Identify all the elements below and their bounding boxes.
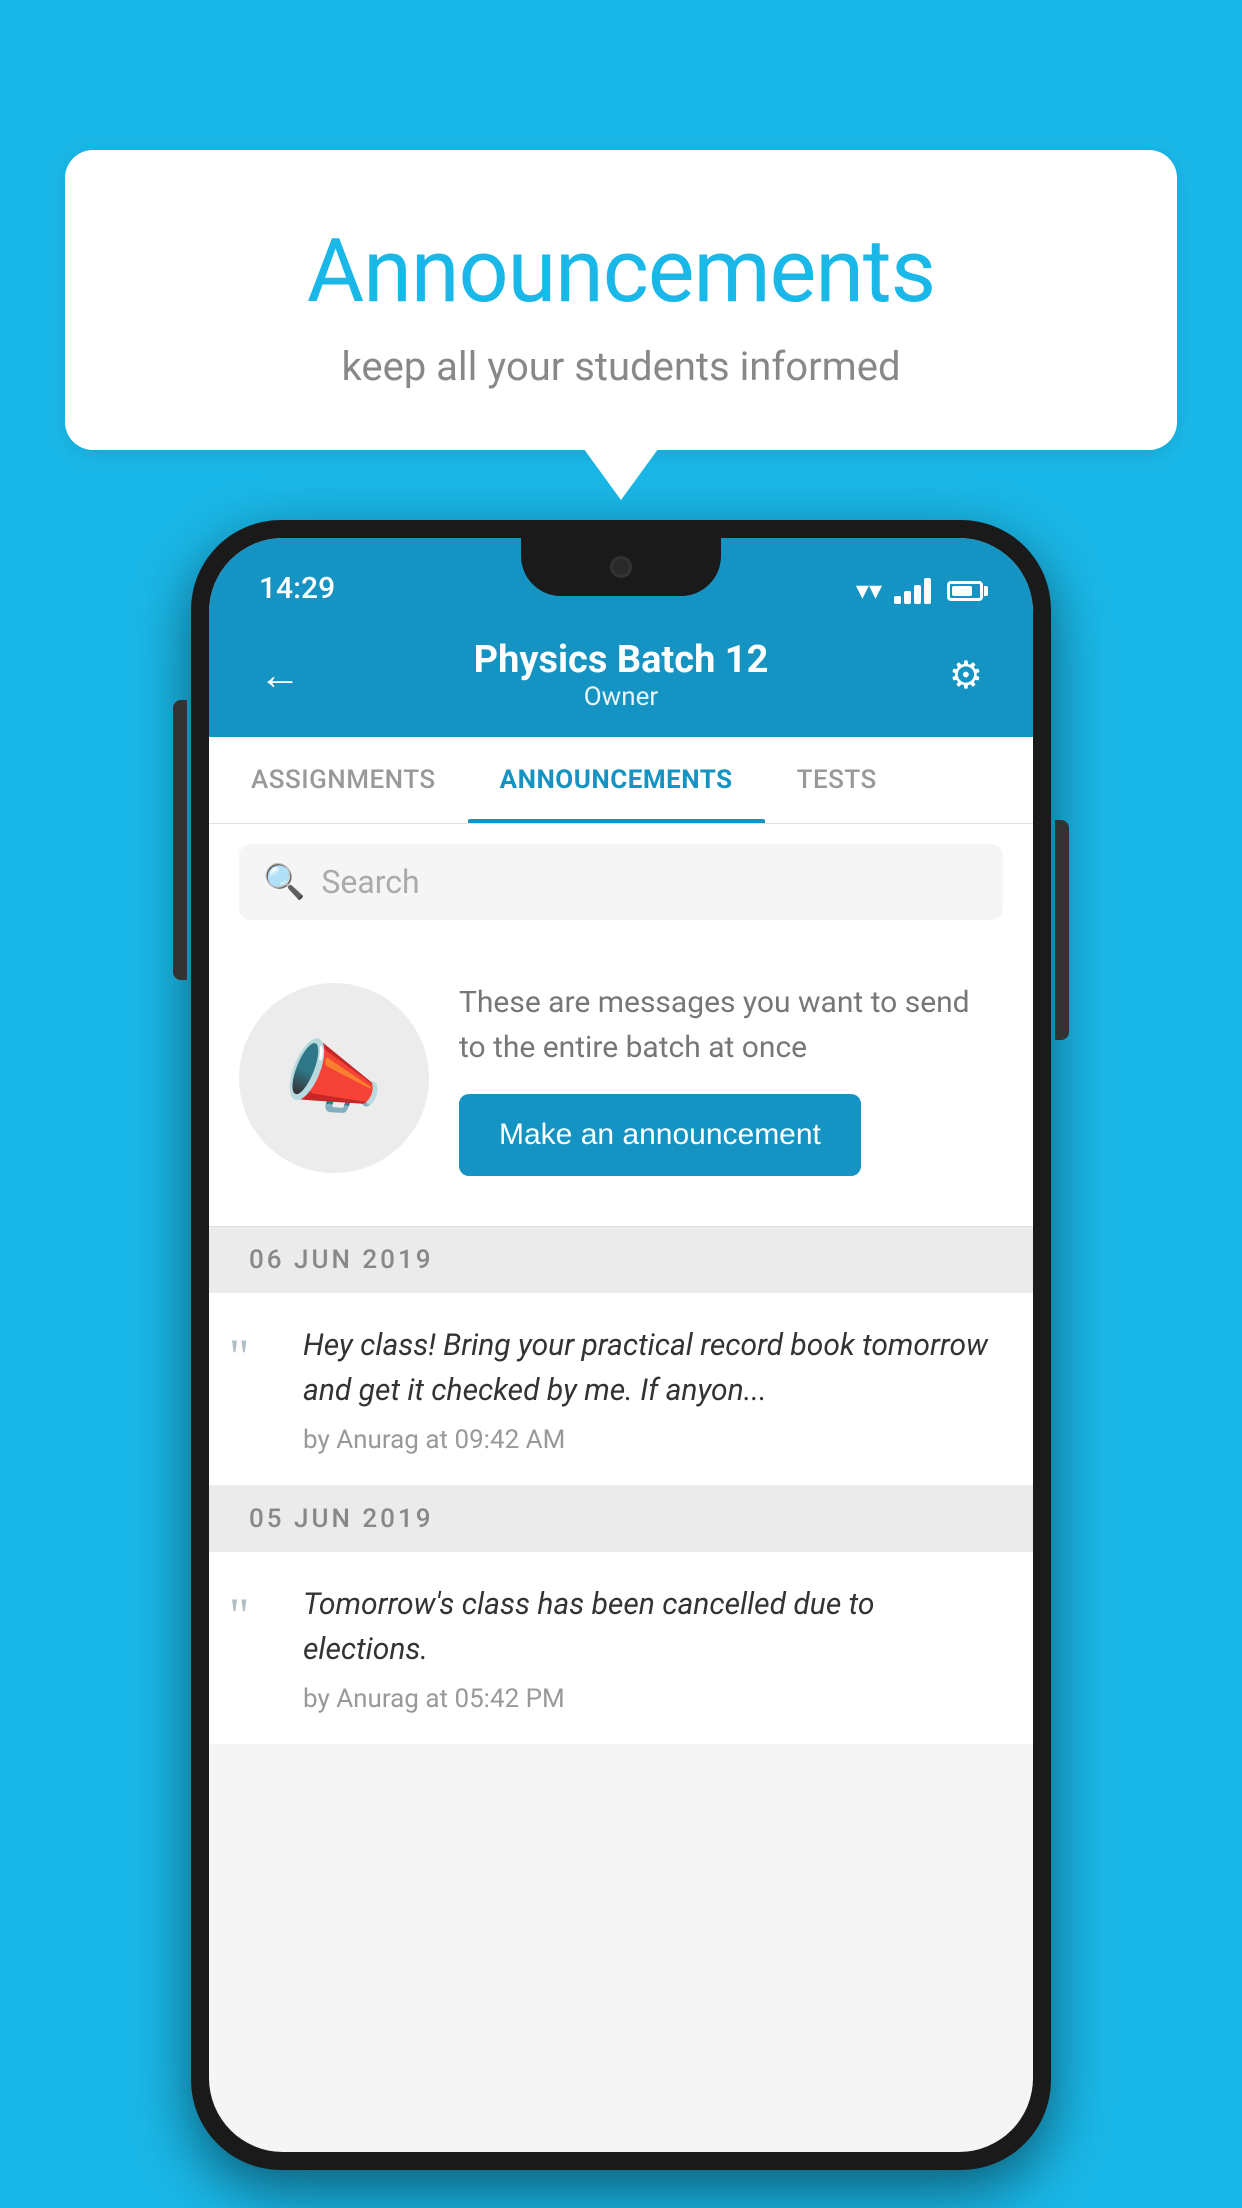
header-center: Physics Batch 12 Owner <box>319 638 923 712</box>
quote-icon-2: " <box>229 1590 279 1640</box>
announcement-item-1[interactable]: " Hey class! Bring your practical record… <box>209 1293 1033 1486</box>
header-title: Physics Batch 12 <box>319 638 923 682</box>
search-container: 🔍 Search <box>209 824 1033 940</box>
tab-tests[interactable]: TESTS <box>765 737 909 823</box>
signal-bar-3 <box>914 585 921 604</box>
tabs-container: ASSIGNMENTS ANNOUNCEMENTS TESTS <box>209 737 1033 824</box>
quote-icon-1: " <box>229 1331 279 1381</box>
speech-bubble-subtitle: keep all your students informed <box>125 343 1117 390</box>
phone-container: 14:29 ▾▾ ← Phy <box>191 520 1051 2170</box>
announcement-content-1: Hey class! Bring your practical record b… <box>303 1323 1003 1455</box>
date-separator-1: 06 JUN 2019 <box>209 1227 1033 1293</box>
make-announcement-button[interactable]: Make an announcement <box>459 1094 861 1176</box>
camera-cutout <box>610 556 632 578</box>
announcement-text-1: Hey class! Bring your practical record b… <box>303 1323 1003 1413</box>
speech-bubble-title: Announcements <box>125 220 1117 323</box>
tab-announcements[interactable]: ANNOUNCEMENTS <box>468 737 765 823</box>
announcement-prompt: 📣 These are messages you want to send to… <box>209 940 1033 1227</box>
search-bar[interactable]: 🔍 Search <box>239 844 1003 920</box>
settings-button[interactable]: ⚙ <box>923 653 983 698</box>
announcement-right: These are messages you want to send to t… <box>459 980 1003 1176</box>
signal-bar-1 <box>894 596 901 604</box>
announcement-text-2: Tomorrow's class has been cancelled due … <box>303 1582 1003 1672</box>
app-header: ← Physics Batch 12 Owner ⚙ <box>209 618 1033 737</box>
announcement-icon-circle: 📣 <box>239 983 429 1173</box>
phone-screen: 14:29 ▾▾ ← Phy <box>209 538 1033 2152</box>
phone-outer: 14:29 ▾▾ ← Phy <box>191 520 1051 2170</box>
speech-bubble-container: Announcements keep all your students inf… <box>65 150 1177 450</box>
announcement-description: These are messages you want to send to t… <box>459 980 1003 1070</box>
battery-icon <box>947 581 983 601</box>
search-icon: 🔍 <box>263 862 305 902</box>
announcement-meta-2: by Anurag at 05:42 PM <box>303 1684 1003 1714</box>
tab-assignments[interactable]: ASSIGNMENTS <box>219 737 468 823</box>
header-subtitle: Owner <box>319 682 923 712</box>
notch <box>521 538 721 596</box>
announcement-meta-1: by Anurag at 09:42 AM <box>303 1425 1003 1455</box>
signal-bar-2 <box>904 591 911 604</box>
speech-bubble: Announcements keep all your students inf… <box>65 150 1177 450</box>
announcement-content-2: Tomorrow's class has been cancelled due … <box>303 1582 1003 1714</box>
announcement-item-2[interactable]: " Tomorrow's class has been cancelled du… <box>209 1552 1033 1744</box>
battery-fill <box>952 586 972 596</box>
search-placeholder: Search <box>321 863 419 901</box>
megaphone-icon: 📣 <box>284 1031 384 1125</box>
signal-bars <box>894 578 931 604</box>
wifi-icon: ▾▾ <box>856 576 882 606</box>
status-icons: ▾▾ <box>856 576 983 606</box>
signal-bar-4 <box>924 578 931 604</box>
back-button[interactable]: ← <box>259 651 319 700</box>
date-separator-2: 05 JUN 2019 <box>209 1486 1033 1552</box>
